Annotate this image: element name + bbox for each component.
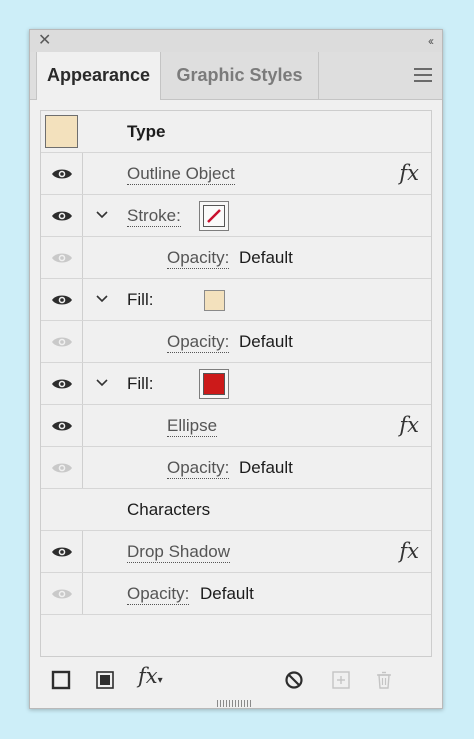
fill-label: Fill:: [127, 290, 154, 309]
eye-icon[interactable]: [51, 419, 73, 433]
eye-icon[interactable]: [51, 209, 73, 223]
eye-icon[interactable]: [51, 587, 73, 601]
object-type-label: Type: [127, 122, 166, 141]
list-item-stroke[interactable]: Stroke:: [41, 195, 431, 237]
list-item-fill-red[interactable]: Fill:: [41, 363, 431, 405]
fx-icon: fx: [399, 413, 419, 437]
list-item-ellipse[interactable]: Ellipse fx: [41, 405, 431, 447]
stroke-swatch-inner: [203, 205, 225, 227]
tab-graphic-styles[interactable]: Graphic Styles: [161, 52, 319, 99]
drop-shadow-link[interactable]: Drop Shadow: [127, 542, 231, 563]
visibility-toggle[interactable]: [41, 573, 83, 614]
appearance-list: Type Outline Object fx Stroke: Opacity: …: [40, 110, 432, 657]
opacity-link[interactable]: Opacity:: [167, 458, 230, 479]
panel-footer-toolbar: fx▾: [30, 662, 442, 700]
close-icon[interactable]: ✕: [38, 32, 51, 50]
add-effect-icon[interactable]: fx▾: [138, 664, 163, 688]
list-item-outline-object[interactable]: Outline Object fx: [41, 153, 431, 195]
tab-appearance[interactable]: Appearance: [36, 52, 161, 100]
stroke-link[interactable]: Stroke:: [127, 206, 181, 227]
fill-swatch-red[interactable]: [199, 369, 229, 399]
stroke-slash-icon: [207, 209, 221, 223]
list-item-characters-opacity[interactable]: Opacity: Default: [41, 573, 431, 615]
delete-item-icon[interactable]: [374, 670, 394, 690]
duplicate-item-icon[interactable]: [331, 670, 351, 690]
tab-bar: Appearance Graphic Styles: [30, 52, 442, 100]
visibility-toggle[interactable]: [41, 195, 83, 236]
characters-label: Characters: [127, 500, 211, 519]
list-item-fill[interactable]: Fill:: [41, 279, 431, 321]
panel-menu-icon[interactable]: [414, 68, 432, 86]
resize-grip[interactable]: [217, 700, 251, 707]
clear-appearance-icon[interactable]: [284, 670, 304, 690]
visibility-toggle[interactable]: [41, 405, 83, 446]
fill-swatch[interactable]: [204, 290, 225, 311]
opacity-link[interactable]: Opacity:: [127, 584, 190, 605]
fill-swatch-inner: [203, 373, 225, 395]
opacity-value: Default: [200, 584, 254, 603]
visibility-toggle[interactable]: [41, 321, 83, 362]
visibility-toggle[interactable]: [41, 531, 83, 572]
visibility-toggle[interactable]: [41, 153, 83, 194]
fx-icon: fx: [399, 539, 419, 563]
collapse-icon[interactable]: ‹‹: [428, 33, 434, 49]
eye-icon[interactable]: [51, 251, 73, 265]
eye-icon[interactable]: [51, 545, 73, 559]
outline-object-link[interactable]: Outline Object: [127, 164, 235, 185]
chevron-down-icon[interactable]: [95, 378, 109, 387]
type-thumbnail: [45, 115, 78, 148]
list-item-characters[interactable]: Characters: [41, 489, 431, 531]
visibility-toggle[interactable]: [41, 279, 83, 320]
opacity-value: Default: [239, 332, 293, 351]
ellipse-link[interactable]: Ellipse: [167, 416, 218, 437]
list-item-ellipse-opacity[interactable]: Opacity: Default: [41, 447, 431, 489]
fx-label: fx: [138, 664, 158, 688]
panel-titlebar: ✕ ‹‹: [30, 30, 442, 53]
stroke-swatch[interactable]: [199, 201, 229, 231]
visibility-toggle[interactable]: [41, 237, 83, 278]
list-item-stroke-opacity[interactable]: Opacity: Default: [41, 237, 431, 279]
add-new-fill-icon[interactable]: [95, 670, 115, 690]
fx-icon: fx: [399, 161, 419, 185]
fill-label: Fill:: [127, 374, 154, 393]
eye-icon[interactable]: [51, 377, 73, 391]
eye-icon[interactable]: [51, 461, 73, 475]
opacity-link[interactable]: Opacity:: [167, 332, 230, 353]
header-row[interactable]: Type: [41, 111, 431, 153]
opacity-value: Default: [239, 248, 293, 267]
list-item-drop-shadow[interactable]: Drop Shadow fx: [41, 531, 431, 573]
appearance-panel: ✕ ‹‹ Appearance Graphic Styles Type Outl…: [29, 29, 443, 709]
eye-icon[interactable]: [51, 293, 73, 307]
chevron-down-icon[interactable]: [95, 294, 109, 303]
visibility-toggle[interactable]: [41, 363, 83, 404]
chevron-down-icon[interactable]: [95, 210, 109, 219]
opacity-link[interactable]: Opacity:: [167, 248, 230, 269]
visibility-toggle[interactable]: [41, 447, 83, 488]
list-item-fill-opacity[interactable]: Opacity: Default: [41, 321, 431, 363]
add-new-stroke-icon[interactable]: [51, 670, 71, 690]
eye-icon[interactable]: [51, 335, 73, 349]
opacity-value: Default: [239, 458, 293, 477]
eye-icon[interactable]: [51, 167, 73, 181]
